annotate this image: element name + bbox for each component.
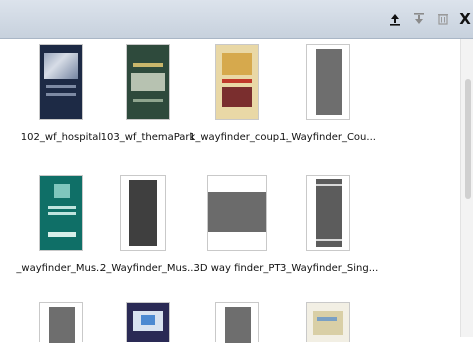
file-item[interactable] <box>13 302 109 343</box>
file-item[interactable]: _wayfinder_Mus... <box>13 175 109 285</box>
file-thumbnail <box>126 302 170 342</box>
close-icon[interactable]: X <box>456 10 473 28</box>
file-thumbnail <box>39 175 83 251</box>
file-item[interactable] <box>280 302 376 342</box>
file-name: 3_Wayfinder_Sing... <box>280 263 379 274</box>
file-thumbnail <box>126 44 170 120</box>
file-item[interactable]: 103_wf_themaPark <box>100 44 196 154</box>
file-item[interactable]: 102_wf_hospital <box>13 44 109 154</box>
download-icon[interactable] <box>410 10 428 28</box>
file-thumbnail <box>215 302 259 343</box>
file-thumbnail <box>207 175 267 251</box>
file-item[interactable] <box>100 302 196 342</box>
scrollbar-thumb[interactable] <box>465 79 471 199</box>
file-thumbnail <box>120 175 166 251</box>
file-thumbnail <box>215 44 259 120</box>
file-item[interactable]: 2_Wayfinder_Mus... <box>100 175 197 285</box>
file-item[interactable]: 1_wayfinder_coup... <box>189 44 289 154</box>
file-name: 103_wf_themaPark <box>100 132 196 143</box>
file-thumbnail <box>306 175 350 251</box>
file-item[interactable]: 1_Wayfinder_Cou... <box>280 44 376 154</box>
upload-icon[interactable] <box>386 10 404 28</box>
file-name: 1_wayfinder_coup... <box>189 132 289 143</box>
file-thumbnail <box>306 44 350 120</box>
file-name: 2_Wayfinder_Mus... <box>100 263 197 274</box>
file-thumbnail <box>39 302 83 343</box>
file-item[interactable]: 3_Wayfinder_Sing... <box>280 175 379 285</box>
file-item[interactable]: 3D way finder_PT <box>189 175 285 285</box>
file-grid: 102_wf_hospital 103_wf_themaPark 1_wayfi… <box>0 39 473 343</box>
file-name: 102_wf_hospital <box>20 132 102 143</box>
vertical-scrollbar[interactable] <box>460 39 473 337</box>
file-item[interactable] <box>189 302 285 343</box>
file-thumbnail <box>39 44 83 120</box>
file-name: 1_Wayfinder_Cou... <box>280 132 376 143</box>
file-name: 3D way finder_PT <box>193 263 281 274</box>
toolbar: X <box>0 0 473 39</box>
file-name: _wayfinder_Mus... <box>16 263 106 274</box>
trash-icon[interactable] <box>434 10 452 28</box>
file-thumbnail <box>306 302 350 342</box>
